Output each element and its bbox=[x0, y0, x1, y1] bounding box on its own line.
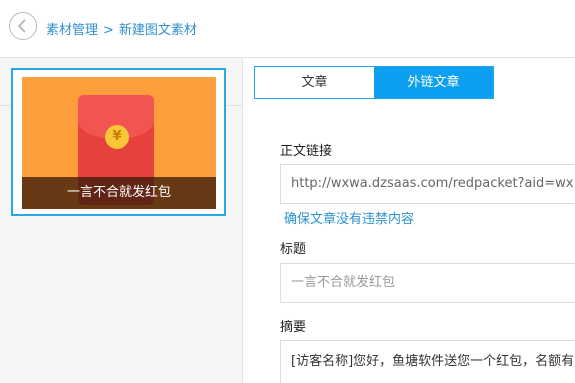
summary-textarea[interactable]: [访客名称]您好，鱼塘软件送您一个红包，名额有限 bbox=[280, 340, 575, 383]
summary-label: 摘要 bbox=[280, 320, 307, 335]
back-button[interactable] bbox=[9, 12, 37, 40]
article-card-caption: 一言不合就发红包 bbox=[66, 185, 171, 200]
article-type-tabs: 文章 外链文章 bbox=[254, 66, 494, 99]
tab-article[interactable]: 文章 bbox=[255, 67, 374, 98]
title-label: 标题 bbox=[280, 242, 307, 257]
article-card-selected[interactable]: ¥ 一言不合就发红包 bbox=[11, 68, 226, 216]
body-link-input[interactable]: http://wxwa.dzsaas.com/redpacket?aid=wx bbox=[280, 164, 575, 204]
top-bar: 素材管理 > 新建图文素材 bbox=[0, 0, 575, 56]
body-link-label: 正文链接 bbox=[280, 144, 333, 159]
chevron-left-icon bbox=[17, 19, 26, 33]
breadcrumb-root-link[interactable]: 素材管理 bbox=[46, 23, 98, 38]
article-card-caption-bar: 一言不合就发红包 bbox=[22, 177, 216, 209]
tab-external-article[interactable]: 外链文章 bbox=[374, 67, 493, 98]
title-input[interactable]: 一言不合就发红包 bbox=[280, 263, 575, 303]
content-compliance-link[interactable]: 确保文章没有违禁内容 bbox=[284, 208, 414, 227]
breadcrumb-current: 新建图文素材 bbox=[118, 23, 197, 38]
breadcrumb-separator: > bbox=[103, 23, 114, 38]
breadcrumb: 素材管理 > 新建图文素材 bbox=[46, 19, 197, 38]
coin-icon: ¥ bbox=[105, 125, 129, 149]
